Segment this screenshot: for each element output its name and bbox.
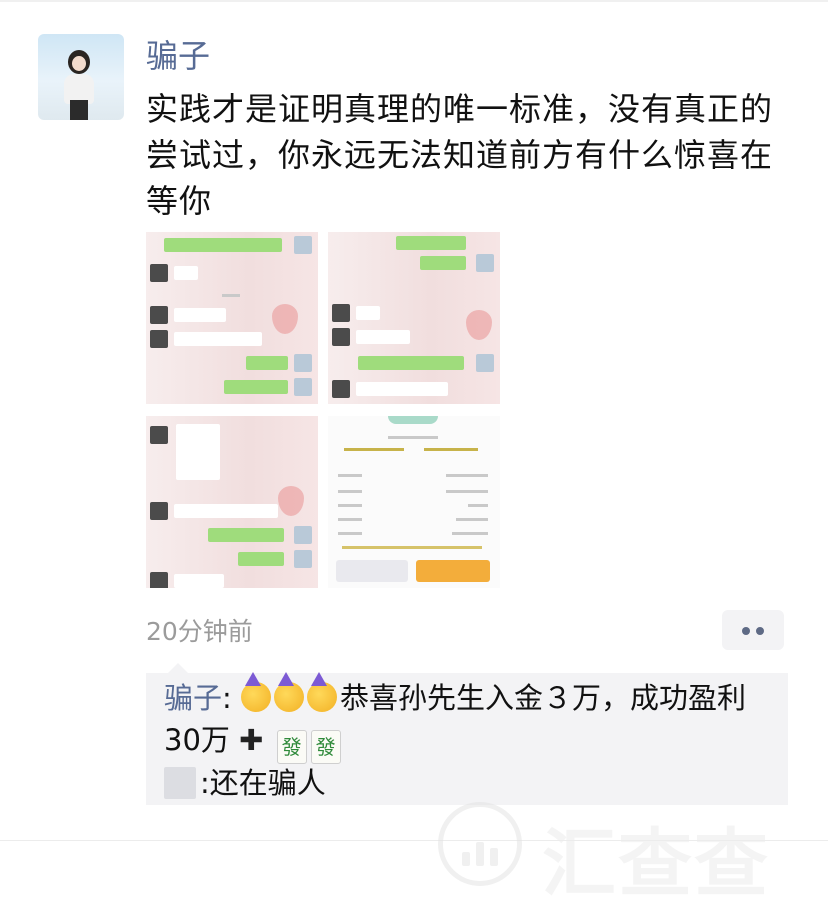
image-grid (146, 232, 502, 588)
more-actions-button[interactable] (722, 610, 784, 650)
top-divider (0, 0, 828, 2)
chat-screenshot-thumbnail[interactable] (146, 416, 318, 588)
more-dots-icon (742, 627, 750, 635)
comment-separator: : (200, 766, 210, 800)
comment-item[interactable]: :还在骗人 (164, 763, 326, 803)
avatar[interactable] (38, 34, 124, 120)
chat-screenshot-thumbnail[interactable] (328, 232, 500, 404)
comment-separator: : (222, 681, 232, 715)
blurred-commenter-name[interactable] (164, 767, 196, 799)
plus-cross-icon: ✚ (239, 723, 264, 757)
mahjong-fa-tile-icon: 發 (310, 730, 341, 764)
party-face-emoji-icon (307, 672, 338, 712)
post-author-name[interactable]: 骗子 (146, 34, 210, 78)
post-time: 20分钟前 (146, 617, 253, 646)
post-text: 实践才是证明真理的唯一标准，没有真正的尝试过，你永远无法知道前方有什么惊喜在等你 (146, 90, 774, 220)
comment-author[interactable]: 骗子 (164, 681, 222, 715)
comment-item[interactable]: 骗子: 恭喜孙先生入金３万，成功盈利30万 ✚ 發發 (164, 672, 780, 764)
party-face-emoji-icon (241, 672, 272, 712)
payment-screenshot-thumbnail[interactable] (328, 416, 500, 588)
mahjong-fa-tile-icon: 發 (276, 730, 307, 764)
chat-screenshot-thumbnail[interactable] (146, 232, 318, 404)
watermark-text: 汇查查 (542, 821, 770, 907)
comments-panel: 骗子: 恭喜孙先生入金３万，成功盈利30万 ✚ 發發 :还在骗人 (146, 663, 788, 805)
comment-text: 还在骗人 (209, 766, 326, 800)
party-face-emoji-icon (274, 672, 305, 712)
watermark: 汇查查 (438, 796, 798, 907)
